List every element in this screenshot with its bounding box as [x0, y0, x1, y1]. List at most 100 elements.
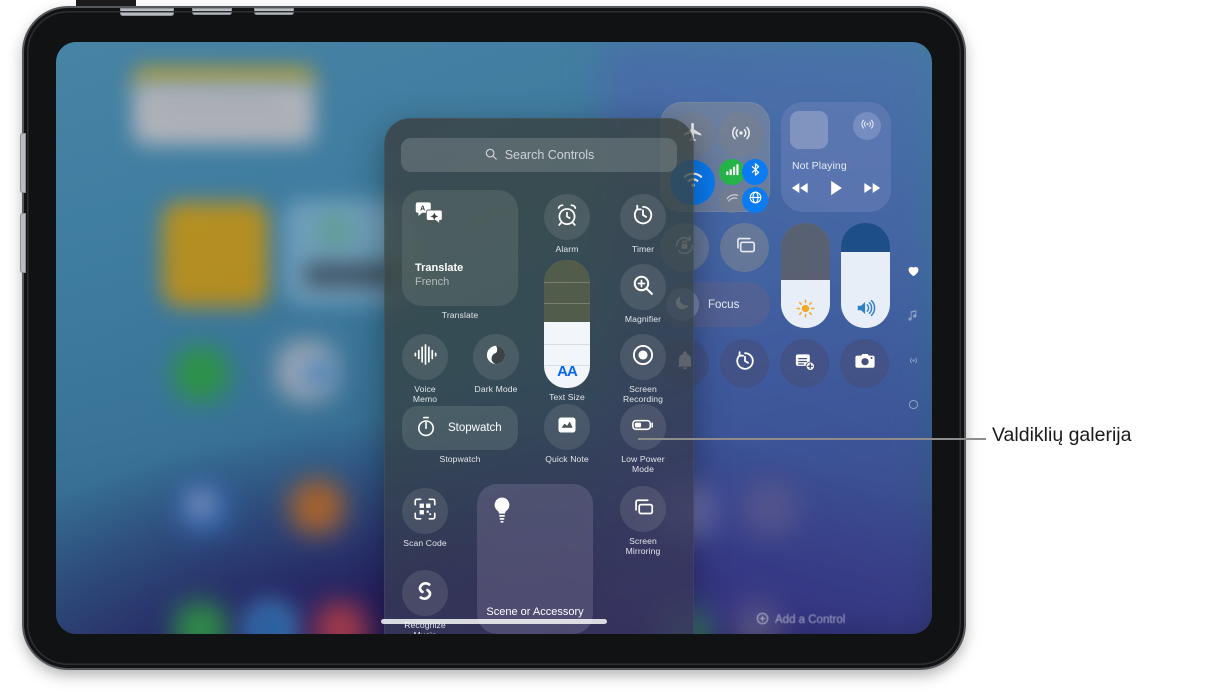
home-indicator[interactable]	[381, 619, 607, 624]
quick-note-tile[interactable]	[544, 404, 590, 450]
device-volume-up-button	[20, 133, 26, 193]
page-icon-more[interactable]	[906, 399, 920, 413]
gallery-item-quick-note[interactable]: Quick Note	[544, 404, 590, 464]
home-tile[interactable]: Scene or Accessory	[477, 484, 593, 634]
airplay-icon	[859, 115, 876, 137]
svg-text:A: A	[420, 205, 425, 212]
alarm-clock-icon	[554, 202, 580, 233]
sliders-group	[781, 223, 890, 328]
text-size-value: AA	[557, 363, 578, 380]
now-playing-module[interactable]: Not Playing	[781, 102, 891, 212]
gallery-item-low-power-mode[interactable]: Low Power Mode	[620, 404, 666, 474]
device-top-button-1	[120, 8, 174, 16]
satellite-icon	[725, 190, 740, 210]
camera-button[interactable]	[840, 339, 889, 388]
media-controls	[791, 180, 881, 201]
callout-leader-line	[638, 438, 986, 440]
screen-mirroring-tile[interactable]	[620, 486, 666, 532]
camera-icon	[853, 349, 877, 378]
gallery-item-stopwatch[interactable]: Stopwatch Stopwatch	[402, 406, 518, 464]
bluetooth-toggle[interactable]	[742, 159, 768, 185]
ipad-device: Not Playing Focus Add a Control Search C…	[20, 8, 964, 668]
device-volume-down-button	[20, 213, 26, 273]
quick-note-icon	[555, 413, 579, 442]
dark-mode-icon	[483, 342, 509, 373]
quick-note-button[interactable]	[780, 339, 829, 388]
add-a-control-button[interactable]: Add a Control	[756, 612, 845, 628]
airplay-button[interactable]	[853, 112, 881, 140]
gallery-item-dark-mode[interactable]: Dark Mode	[473, 334, 519, 394]
add-a-control-label: Add a Control	[775, 614, 846, 626]
timer-button[interactable]	[720, 339, 769, 388]
screen-mirroring-icon	[732, 232, 758, 263]
gallery-item-timer[interactable]: Timer	[620, 194, 666, 254]
translate-tile[interactable]: A Translate French	[402, 190, 518, 306]
search-controls-field[interactable]: Search Controls	[401, 138, 677, 172]
control-center-top-row: Not Playing	[660, 102, 910, 213]
search-icon	[484, 147, 498, 164]
fast-forward-icon[interactable]	[861, 181, 881, 200]
timer-icon	[630, 202, 656, 233]
heart-icon	[906, 263, 921, 283]
screen-mirroring-button[interactable]	[720, 223, 769, 272]
gallery-item-magnifier[interactable]: Magnifier	[620, 264, 666, 324]
gallery-grid: A Translate French Translate Alarm Timer…	[384, 182, 694, 634]
airdrop-icon	[729, 120, 753, 149]
gallery-label-text-size: Text Size	[549, 392, 585, 402]
gallery-item-alarm[interactable]: Alarm	[544, 194, 590, 254]
gallery-label-dark-mode: Dark Mode	[474, 384, 518, 394]
record-icon	[630, 342, 656, 373]
controls-gallery-panel: Search Controls A Translate French Trans…	[384, 118, 694, 634]
gallery-label-alarm: Alarm	[555, 244, 579, 254]
translate-icon: A	[414, 201, 444, 230]
screen-mirroring-icon	[630, 494, 656, 525]
rewind-icon[interactable]	[791, 181, 811, 200]
gallery-item-voice-memo[interactable]: Voice Memo	[402, 334, 448, 404]
callout-label: Valdiklių galerija	[992, 424, 1132, 446]
shazam-icon	[411, 577, 439, 610]
page-icon-home[interactable]	[905, 265, 921, 281]
gallery-label-voice-memo: Voice Memo	[412, 384, 438, 404]
image-top-crop-mark	[76, 0, 136, 6]
device-top-button-2	[192, 8, 232, 15]
gallery-item-recognize-music[interactable]: Recognize Music	[402, 570, 448, 634]
gallery-item-translate[interactable]: A Translate French Translate	[402, 190, 518, 320]
alarm-tile[interactable]	[544, 194, 590, 240]
airdrop-toggle[interactable]	[718, 112, 763, 157]
gallery-item-scan-code[interactable]: Scan Code	[402, 488, 448, 548]
gallery-label-translate: Translate	[441, 310, 479, 320]
magnifier-icon	[630, 272, 656, 303]
stopwatch-tile[interactable]: Stopwatch	[402, 406, 518, 450]
gallery-item-screen-recording[interactable]: Screen Recording	[620, 334, 666, 404]
device-top-button-3	[254, 8, 294, 15]
gallery-label-scan-code: Scan Code	[403, 538, 447, 548]
recognize-music-tile[interactable]	[402, 570, 448, 616]
gallery-item-text-size[interactable]: AA Text Size	[544, 260, 590, 402]
ipad-screen: Not Playing Focus Add a Control Search C…	[56, 42, 932, 634]
timer-icon	[733, 349, 757, 378]
timer-tile[interactable]	[620, 194, 666, 240]
dark-mode-tile[interactable]	[473, 334, 519, 380]
play-icon[interactable]	[829, 180, 844, 201]
music-note-icon	[906, 308, 921, 328]
screen-recording-tile[interactable]	[620, 334, 666, 380]
translate-title: Translate	[415, 262, 464, 274]
vpn-toggle[interactable]	[742, 187, 768, 213]
stopwatch-title: Stopwatch	[448, 422, 502, 434]
gallery-item-home[interactable]: Scene or Accessory Home	[477, 484, 593, 634]
page-icon-media[interactable]	[905, 310, 921, 326]
magnifier-tile[interactable]	[620, 264, 666, 310]
scan-code-tile[interactable]	[402, 488, 448, 534]
volume-slider[interactable]	[841, 223, 890, 328]
voice-memo-tile[interactable]	[402, 334, 448, 380]
page-icon-connectivity[interactable]	[905, 355, 921, 371]
low-power-tile[interactable]	[620, 404, 666, 450]
text-size-slider[interactable]: AA	[544, 260, 590, 388]
gallery-item-screen-mirroring[interactable]: Screen Mirroring	[620, 486, 666, 556]
control-center-bottom-row	[660, 339, 910, 388]
gallery-label-screen-mirroring: Screen Mirroring	[625, 536, 661, 556]
waveform-icon	[412, 341, 439, 373]
cellular-bars-icon	[725, 162, 740, 182]
vpn-globe-icon	[748, 190, 763, 210]
brightness-slider[interactable]	[781, 223, 830, 328]
